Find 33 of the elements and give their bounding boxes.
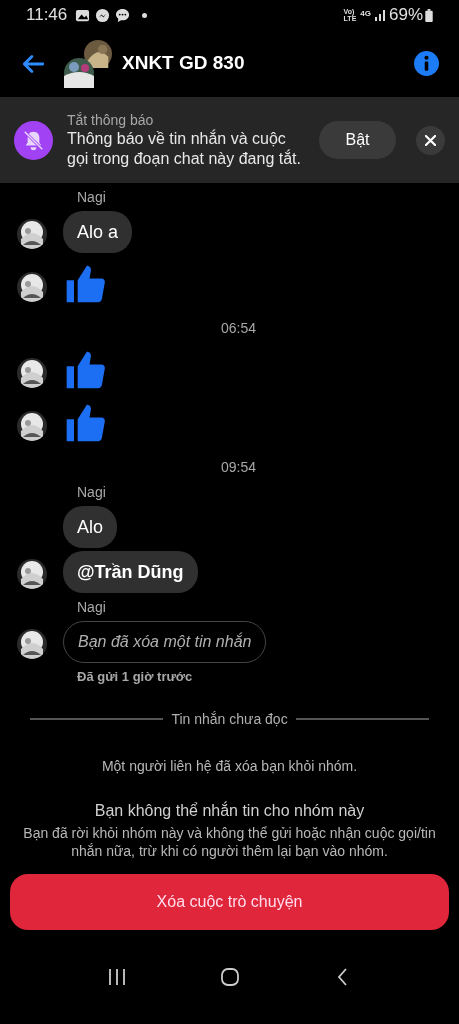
- battery-percent: 69%: [388, 4, 423, 27]
- message-bubble[interactable]: Alo a: [63, 211, 133, 253]
- data-label: 4G: [360, 8, 371, 20]
- muted-bell-icon: [14, 120, 53, 160]
- delete-conversation-button[interactable]: Xóa cuộc trò chuyện: [10, 873, 449, 930]
- unread-divider-label: Tin nhắn chưa đọc: [171, 709, 288, 729]
- gallery-icon: [75, 7, 91, 23]
- blocked-description: Bạn đã rời khỏi nhóm này và không thể gửi hoặc nhận cuộc gọi/tin nhắn nữa, trừ khi có người thêm lại bạn vào nhóm.: [22, 823, 437, 860]
- turn-on-button[interactable]: Bật: [319, 121, 396, 159]
- sender-name: Nagi: [77, 483, 106, 502]
- messenger-icon: [95, 7, 111, 23]
- chat-title: XNKT GD 830: [122, 51, 245, 76]
- removed-notice: Một người liên hệ đã xóa bạn khỏi nhóm.: [100, 756, 359, 776]
- banner-text: Thông báo về tin nhắn và cuộc gọi trong đoạn chat này đang tắt.: [67, 129, 302, 169]
- banner-label: Tắt thông báo: [67, 111, 155, 129]
- info-icon[interactable]: [414, 51, 439, 76]
- sender-name: Nagi: [77, 598, 106, 617]
- close-icon: [425, 134, 436, 146]
- blocked-title: Bạn không thể nhắn tin cho nhóm này: [93, 800, 366, 821]
- dot-icon: [142, 12, 148, 18]
- sender-name: Nagi: [77, 188, 106, 207]
- battery-icon: [425, 8, 433, 22]
- sent-status: Đã gửi 1 giờ trước: [77, 668, 193, 686]
- close-button[interactable]: [416, 125, 445, 155]
- home-icon[interactable]: [219, 966, 240, 987]
- clock: 11:46: [26, 4, 68, 27]
- message-bubble[interactable]: @Trần Dũng: [63, 551, 198, 593]
- recent-apps-icon[interactable]: [106, 966, 127, 987]
- timestamp: 09:54: [220, 458, 256, 477]
- signal-icon: [373, 9, 386, 21]
- timestamp: 06:54: [220, 319, 256, 338]
- chat-bubble-icon: [115, 7, 131, 23]
- message-bubble[interactable]: Alo: [63, 506, 117, 548]
